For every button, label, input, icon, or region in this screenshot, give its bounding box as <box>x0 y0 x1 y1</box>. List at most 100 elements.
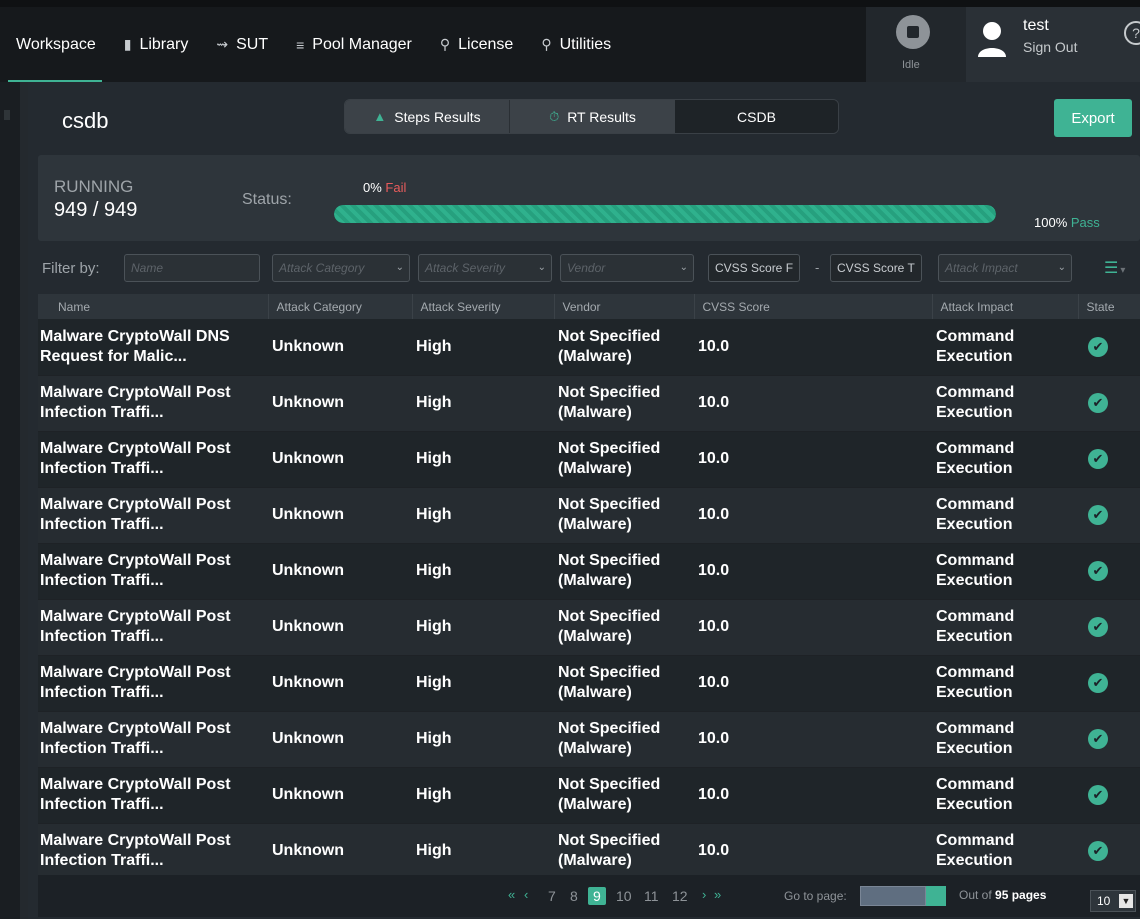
cell-cvss-score: 10.0 <box>694 431 932 488</box>
out-of-prefix: Out of <box>959 888 992 902</box>
prev-page-icon[interactable]: ‹ <box>524 887 528 902</box>
page-link[interactable]: 8 <box>570 888 578 904</box>
cell-attack-impact: Command Execution <box>932 487 1078 544</box>
first-page-icon[interactable]: « <box>508 887 515 902</box>
cell-attack-category: Unknown <box>268 375 412 432</box>
cell-attack-category: Unknown <box>268 543 412 600</box>
cell-name: Malware CryptoWall Post Infection Traffi… <box>38 543 268 600</box>
cell-attack-severity: High <box>412 431 554 488</box>
sign-out-link[interactable]: Sign Out <box>1023 39 1077 55</box>
cell-attack-category: Unknown <box>268 599 412 656</box>
check-circle-icon: ✔ <box>1088 673 1108 693</box>
cell-vendor: Not Specified (Malware) <box>554 487 694 544</box>
last-page-icon[interactable]: » <box>714 887 721 902</box>
vendor-select[interactable]: Vendor ⌄ <box>560 254 694 282</box>
run-state: RUNNING <box>54 177 134 196</box>
nav-pool-manager[interactable]: ≡ Pool Manager <box>282 7 426 82</box>
table-row[interactable]: Malware CryptoWall Post Infection Traffi… <box>38 375 1140 432</box>
total-pages: Out of 95 pages <box>959 888 1046 902</box>
name-filter-input[interactable]: Name <box>124 254 260 282</box>
cell-attack-category: Unknown <box>268 319 412 376</box>
status-panel: RUNNING 949 / 949 Status: 0% Fail 100% P… <box>38 155 1140 241</box>
cell-cvss-score: 10.0 <box>694 711 932 768</box>
tab-csdb[interactable]: CSDB <box>675 100 838 133</box>
column-header-attack-category[interactable]: Attack Category <box>268 294 413 319</box>
attack-category-select[interactable]: Attack Category ⌄ <box>272 254 410 282</box>
cvss-to-input[interactable]: CVSS Score T <box>830 254 922 282</box>
check-circle-icon: ✔ <box>1088 561 1108 581</box>
table-row[interactable]: Malware CryptoWall Post Infection Traffi… <box>38 599 1140 656</box>
attack-severity-select[interactable]: Attack Severity ⌄ <box>418 254 552 282</box>
top-nav: Workspace ▮ Library ⇝ SUT ≡ Pool Manager… <box>0 0 1140 82</box>
column-header-attack-impact[interactable]: Attack Impact <box>932 294 1079 319</box>
page-link[interactable]: 10 <box>616 888 632 904</box>
tab-rt-results[interactable]: ⏱ RT Results <box>510 100 675 133</box>
table-row[interactable]: Malware CryptoWall Post Infection Traffi… <box>38 711 1140 768</box>
next-page-icon[interactable]: › <box>702 887 706 902</box>
help-icon[interactable]: ? <box>1124 21 1140 45</box>
stop-icon[interactable] <box>896 15 930 49</box>
cell-state: ✔ <box>1078 319 1140 376</box>
page-link[interactable]: 11 <box>644 888 659 904</box>
cell-cvss-score: 10.0 <box>694 487 932 544</box>
cvss-from-input[interactable]: CVSS Score F <box>708 254 800 282</box>
nav-label: Pool Manager <box>312 35 412 53</box>
column-header-attack-severity[interactable]: Attack Severity <box>412 294 555 319</box>
table-row[interactable]: Malware CryptoWall Post Infection Traffi… <box>38 431 1140 488</box>
tab-steps-results[interactable]: ▲ Steps Results <box>345 100 510 133</box>
cell-vendor: Not Specified (Malware) <box>554 767 694 824</box>
nav-library[interactable]: ▮ Library <box>110 7 203 82</box>
cell-attack-category: Unknown <box>268 655 412 712</box>
page-link[interactable]: 12 <box>672 888 688 904</box>
status-label: Status: <box>242 191 292 208</box>
cell-name: Malware CryptoWall Post Infection Traffi… <box>38 767 268 824</box>
cell-attack-category: Unknown <box>268 431 412 488</box>
goto-page-input[interactable] <box>860 886 926 906</box>
table-row[interactable]: Malware CryptoWall Post Infection Traffi… <box>38 487 1140 544</box>
column-header-name[interactable]: Name <box>38 294 269 319</box>
menu-icon: ☰ <box>1104 260 1119 277</box>
page-link-current[interactable]: 9 <box>588 887 606 905</box>
export-button[interactable]: Export <box>1054 99 1132 137</box>
results-tabs: ▲ Steps Results ⏱ RT Results CSDB <box>344 99 839 134</box>
cell-attack-severity: High <box>412 599 554 656</box>
nav-workspace[interactable]: Workspace <box>0 7 110 82</box>
column-header-cvss-score[interactable]: CVSS Score <box>694 294 933 319</box>
tab-label: RT Results <box>567 108 636 125</box>
cell-state: ✔ <box>1078 599 1140 656</box>
attack-impact-select[interactable]: Attack Impact ⌄ <box>938 254 1072 282</box>
table-row[interactable]: Malware CryptoWall Post Infection Traffi… <box>38 823 1140 880</box>
cell-state: ✔ <box>1078 767 1140 824</box>
table-row[interactable]: Malware CryptoWall Post Infection Traffi… <box>38 655 1140 712</box>
left-rail <box>0 82 28 919</box>
goto-page-button[interactable] <box>926 886 946 906</box>
cell-name: Malware CryptoWall Post Infection Traffi… <box>38 431 268 488</box>
cell-attack-severity: High <box>412 319 554 376</box>
nav-utilities[interactable]: ⚲ Utilities <box>527 7 625 82</box>
ribbon-icon: ⚲ <box>439 36 451 52</box>
chevron-down-icon: ⌄ <box>1057 262 1066 273</box>
cell-attack-severity: High <box>412 487 554 544</box>
table-row[interactable]: Malware CryptoWall DNS Request for Malic… <box>38 319 1140 376</box>
page-size-select[interactable]: 10 ▼ <box>1090 890 1136 912</box>
columns-menu-button[interactable]: ☰ ▾ <box>1104 258 1132 278</box>
nav-license[interactable]: ⚲ License <box>426 7 527 82</box>
nav-label: Library <box>139 35 189 53</box>
table-row[interactable]: Malware CryptoWall Post Infection Traffi… <box>38 543 1140 600</box>
nav-sut[interactable]: ⇝ SUT <box>202 7 282 82</box>
chevron-down-icon: ▼ <box>1119 894 1133 908</box>
nav-items: Workspace ▮ Library ⇝ SUT ≡ Pool Manager… <box>0 7 625 82</box>
chart-icon: ▲ <box>373 109 387 124</box>
collapse-handle[interactable] <box>4 110 10 120</box>
column-header-state[interactable]: State <box>1078 294 1140 319</box>
table-row[interactable]: Malware CryptoWall Post Infection Traffi… <box>38 767 1140 824</box>
range-separator: - <box>815 260 820 275</box>
cell-name: Malware CryptoWall DNS Request for Malic… <box>38 319 268 376</box>
cell-cvss-score: 10.0 <box>694 319 932 376</box>
cell-attack-impact: Command Execution <box>932 543 1078 600</box>
cell-attack-category: Unknown <box>268 487 412 544</box>
pass-pct: 100% <box>1034 215 1068 230</box>
column-header-vendor[interactable]: Vendor <box>554 294 695 319</box>
cell-state: ✔ <box>1078 487 1140 544</box>
page-link[interactable]: 7 <box>548 888 556 904</box>
